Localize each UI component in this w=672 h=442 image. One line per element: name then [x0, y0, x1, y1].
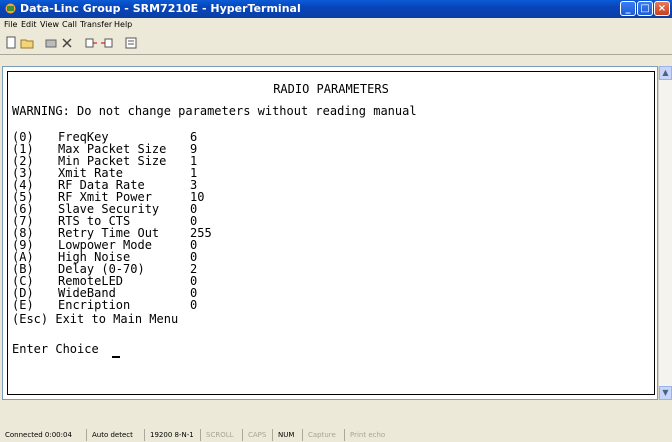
text-cursor	[112, 356, 120, 358]
disconnect-icon[interactable]	[60, 36, 74, 50]
exit-option: (Esc) Exit to Main Menu	[12, 312, 179, 326]
connection-time: Connected 0:00:04	[5, 431, 72, 439]
maximize-button[interactable]: □	[637, 1, 653, 16]
menu-call[interactable]: Call	[62, 20, 77, 29]
vertical-scrollbar[interactable]: ▲ ▼	[658, 66, 672, 400]
connect-icon[interactable]	[44, 36, 58, 50]
print-echo-indicator: Print echo	[344, 429, 400, 441]
caps-indicator: CAPS	[242, 429, 272, 441]
status-bar: Connected 0:00:04 Auto detect 19200 8-N-…	[0, 400, 672, 442]
capture-indicator: Capture	[302, 429, 344, 441]
scroll-down-icon[interactable]: ▼	[659, 386, 672, 400]
param-label: Encription	[58, 298, 131, 312]
receive-icon[interactable]	[100, 36, 114, 50]
menu-file[interactable]: File	[4, 20, 17, 29]
send-icon[interactable]	[84, 36, 98, 50]
warning-text: WARNING: Do not change parameters withou…	[12, 104, 417, 118]
scroll-indicator: SCROLL	[200, 429, 242, 441]
auto-detect-status: Auto detect	[86, 429, 144, 441]
menu-view[interactable]: View	[40, 20, 59, 29]
new-file-icon[interactable]	[4, 36, 18, 50]
screen-heading: RADIO PARAMETERS	[273, 82, 389, 96]
title-bar: Data-Linc Group - SRM7210E - HyperTermin…	[0, 0, 672, 18]
open-folder-icon[interactable]	[20, 36, 34, 50]
toolbar	[0, 32, 672, 55]
terminal-screen[interactable]: RADIO PARAMETERS WARNING: Do not change …	[7, 71, 655, 395]
window-title: Data-Linc Group - SRM7210E - HyperTermin…	[20, 2, 301, 15]
scroll-up-icon[interactable]: ▲	[659, 66, 672, 80]
terminal-frame: RADIO PARAMETERS WARNING: Do not change …	[2, 66, 658, 400]
menu-bar: File Edit View Call Transfer Help	[0, 18, 672, 32]
param-value: 0	[190, 298, 198, 312]
hyperterminal-icon	[5, 3, 16, 14]
minimize-button[interactable]: _	[620, 1, 636, 16]
menu-transfer[interactable]: Transfer	[80, 20, 112, 29]
num-indicator: NUM	[272, 429, 302, 441]
enter-choice-prompt: Enter Choice	[12, 342, 99, 356]
properties-icon[interactable]	[124, 36, 138, 50]
port-settings: 19200 8-N-1	[144, 429, 200, 441]
menu-edit[interactable]: Edit	[21, 20, 37, 29]
param-key: (E)	[12, 298, 34, 312]
menu-help[interactable]: Help	[114, 20, 132, 29]
close-button[interactable]: ×	[654, 1, 670, 16]
